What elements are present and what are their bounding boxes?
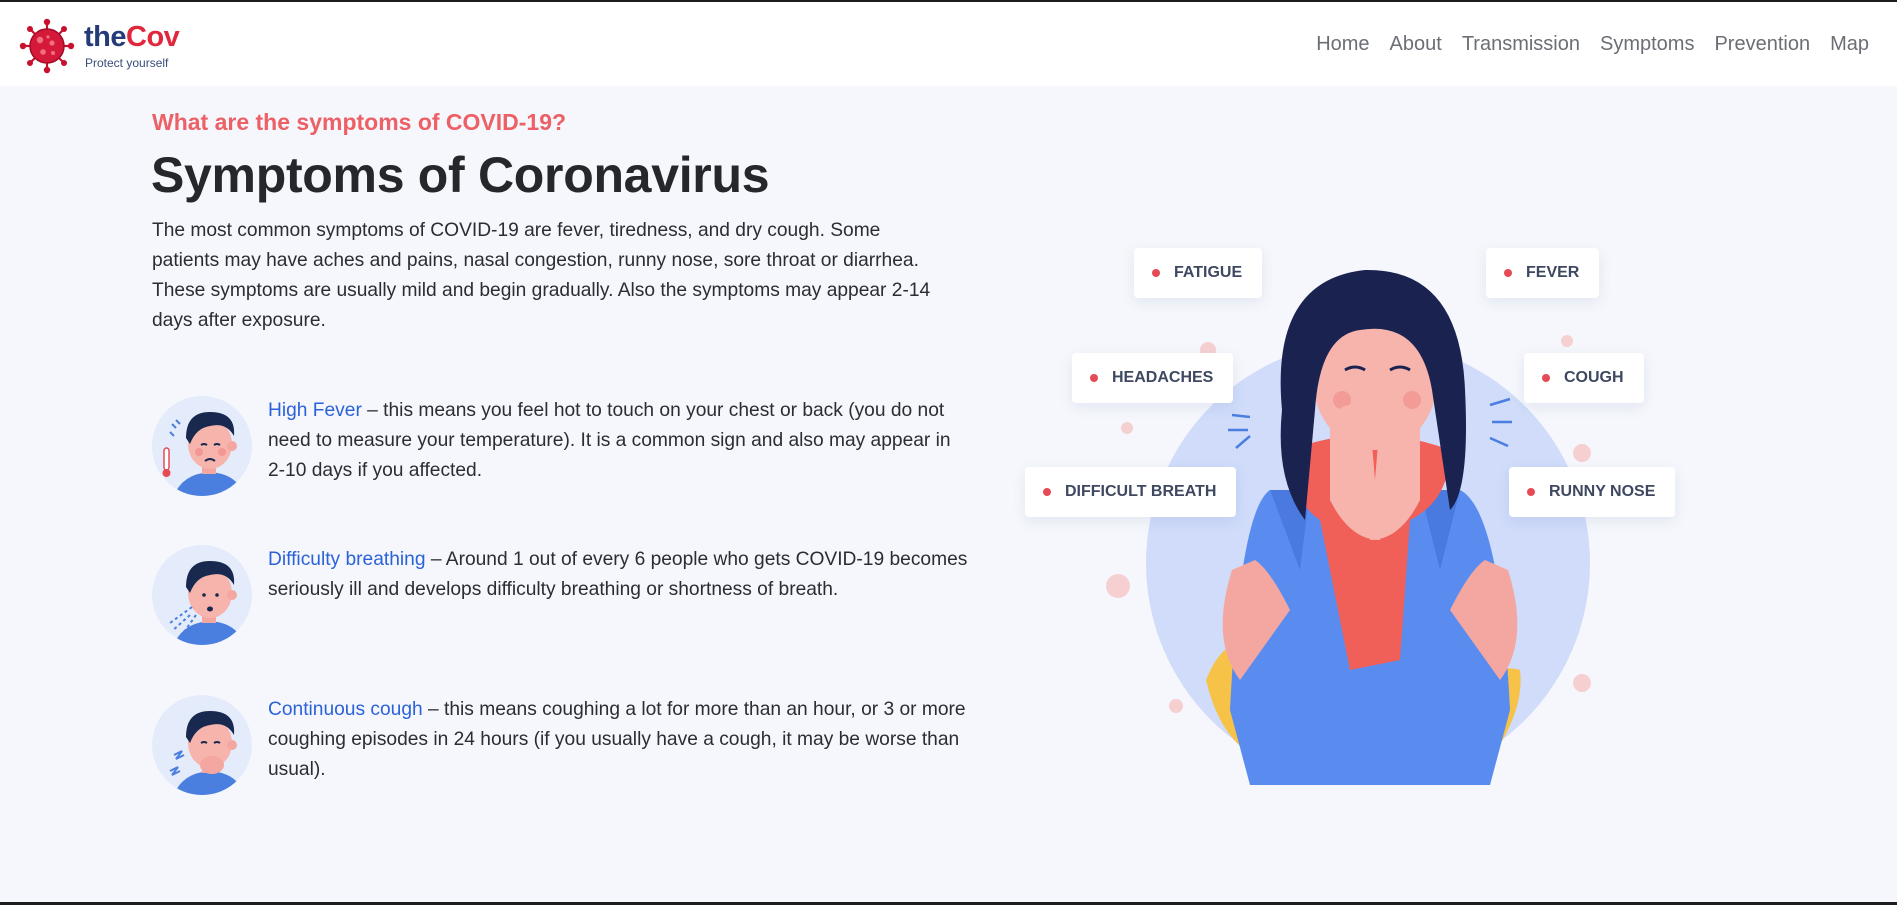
cough-avatar-icon [152, 695, 252, 795]
brand-name-part1: the [84, 21, 127, 53]
fever-avatar-icon [152, 396, 252, 496]
symptom-description: High Fever – this means you feel hot to … [268, 396, 968, 486]
tag-difficult-breath: DIFFICULT BREATH [1025, 467, 1237, 517]
tag-label: RUNNY NOSE [1549, 483, 1656, 500]
symptom-description: Continuous cough – this means coughing a… [268, 695, 968, 785]
bullet-dot-icon [1527, 488, 1535, 496]
brand-logo[interactable]: theCov Protect yourself [18, 18, 208, 74]
main-nav: Home About Transmission Symptoms Prevent… [1316, 32, 1869, 56]
tag-fever: FEVER [1486, 248, 1600, 298]
tag-label: FEVER [1526, 264, 1580, 281]
bullet-dot-icon [1504, 269, 1512, 277]
nav-link-home[interactable]: Home [1316, 32, 1369, 56]
tag-label: HEADACHES [1112, 369, 1214, 386]
nav-link-map[interactable]: Map [1830, 32, 1869, 56]
brand-tagline: Protect yourself [85, 56, 169, 70]
brand-name: theCov [84, 20, 180, 54]
nav-link-prevention[interactable]: Prevention [1714, 32, 1810, 56]
symptom-item-difficulty-breathing: Difficulty breathing – Around 1 out of e… [152, 545, 972, 655]
tag-fatigue: FATIGUE [1134, 248, 1263, 298]
section-lead-paragraph: The most common symptoms of COVID-19 are… [152, 220, 931, 331]
tag-label: FATIGUE [1174, 264, 1243, 281]
bullet-dot-icon [1542, 374, 1550, 382]
symptom-name: High Fever [268, 400, 362, 421]
nav-link-symptoms[interactable]: Symptoms [1600, 32, 1694, 56]
nav-link-transmission[interactable]: Transmission [1462, 32, 1580, 56]
symptom-name: Difficulty breathing [268, 549, 426, 570]
tag-runny-nose: RUNNY NOSE [1509, 467, 1676, 517]
symptoms-illustration: FATIGUE FEVER HEADACHES COUGH DIFFICULT … [1020, 240, 1700, 800]
woman-coughing-illustration [1106, 269, 1591, 785]
tag-headaches: HEADACHES [1072, 353, 1234, 403]
bullet-dot-icon [1090, 374, 1098, 382]
symptom-item-continuous-cough: Continuous cough – this means coughing a… [152, 695, 972, 805]
tag-label: COUGH [1564, 369, 1624, 386]
symptom-name: Continuous cough [268, 699, 423, 720]
symptom-detail: – this means you feel hot to touch on yo… [268, 400, 951, 481]
bullet-dot-icon [1152, 269, 1160, 277]
symptom-description: Difficulty breathing – Around 1 out of e… [268, 545, 968, 605]
brand-name-part2: Cov [126, 21, 180, 53]
bullet-dot-icon [1043, 488, 1051, 496]
breathing-avatar-icon [152, 545, 252, 645]
tag-cough: COUGH [1524, 353, 1644, 403]
navbar: theCov Protect yourself Home About Trans… [0, 2, 1897, 86]
virus-logo-icon [19, 18, 75, 74]
nav-link-about[interactable]: About [1390, 32, 1442, 56]
section-eyebrow: What are the symptoms of COVID-19? [152, 109, 567, 135]
page-title: Symptoms of Coronavirus [151, 147, 770, 203]
tag-label: DIFFICULT BREATH [1065, 483, 1217, 500]
symptom-item-high-fever: High Fever – this means you feel hot to … [152, 396, 972, 506]
